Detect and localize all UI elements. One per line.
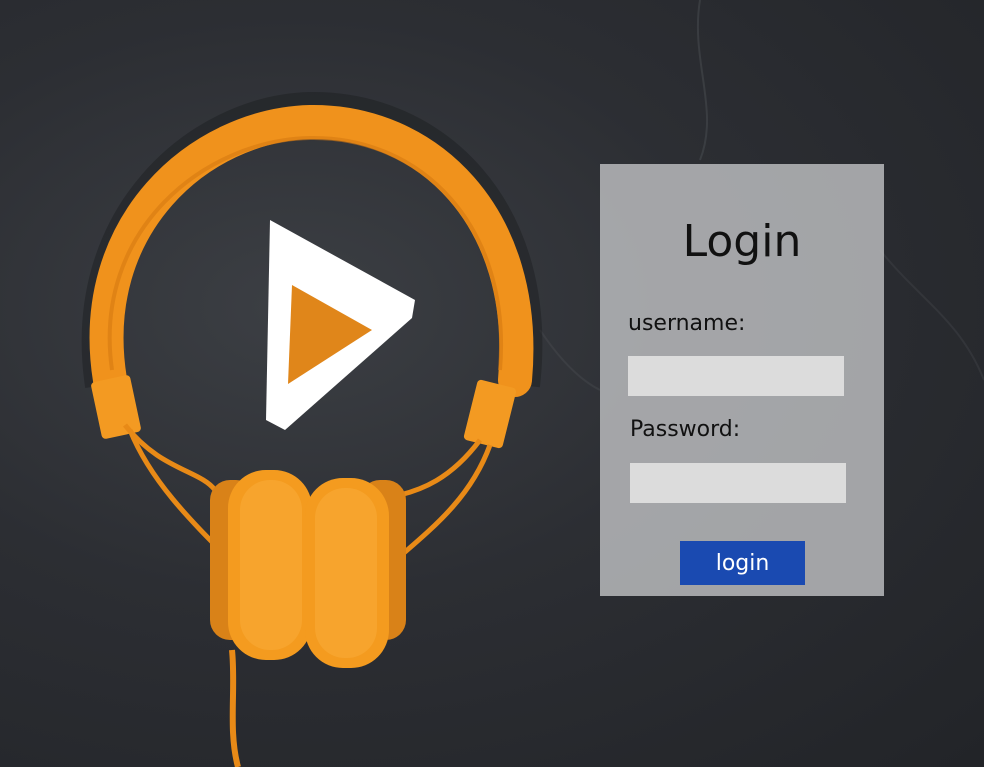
login-page: Login username: Password: login <box>0 0 984 767</box>
login-panel: Login username: Password: login <box>600 164 884 596</box>
password-label: Password: <box>630 417 741 442</box>
username-field[interactable] <box>628 356 844 396</box>
play-icon <box>266 220 415 430</box>
username-label: username: <box>628 311 746 336</box>
headphones-icon <box>81 91 543 767</box>
login-button[interactable]: login <box>680 541 805 585</box>
login-title: Login <box>682 216 802 267</box>
password-field[interactable] <box>630 463 846 503</box>
